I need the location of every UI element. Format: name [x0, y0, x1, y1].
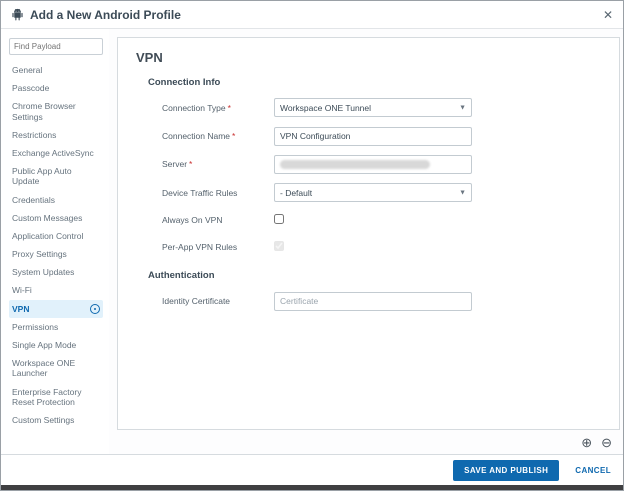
required-asterisk: *: [232, 131, 235, 141]
sidebar-item-label: Wi-Fi: [12, 285, 100, 295]
sidebar-item-label: Permissions: [12, 322, 100, 332]
sidebar-item-label: Credentials: [12, 195, 100, 205]
sidebar-item-vpn[interactable]: VPN: [9, 300, 103, 318]
sidebar-item-permissions[interactable]: Permissions: [9, 318, 103, 336]
sidebar-item-label: Single App Mode: [12, 340, 100, 350]
find-payload-input[interactable]: [9, 38, 103, 55]
device-traffic-rules-select[interactable]: - Default ▼: [274, 183, 472, 202]
chevron-down-icon: ▼: [459, 189, 466, 196]
sidebar-nav: General Passcode Chrome Browser Settings Re…: [9, 61, 103, 429]
sidebar-item-restrictions[interactable]: Restrictions: [9, 126, 103, 144]
sidebar-item-label: Proxy Settings: [12, 249, 100, 259]
sidebar-item-single-app-mode[interactable]: Single App Mode: [9, 336, 103, 354]
zoom-out-icon[interactable]: ⊖: [601, 436, 612, 449]
sidebar-item-workspace-one-launcher[interactable]: Workspace ONE Launcher: [9, 354, 103, 382]
sidebar-item-proxy-settings[interactable]: Proxy Settings: [9, 245, 103, 263]
vpn-payload-card: VPN Connection Info Connection Type* Wor…: [117, 37, 620, 430]
sidebar-item-label: Enterprise Factory Reset Protection: [12, 387, 100, 407]
server-label: Server*: [162, 159, 274, 169]
payload-title: VPN: [136, 50, 601, 65]
sidebar-item-passcode[interactable]: Passcode: [9, 79, 103, 97]
connection-type-label: Connection Type*: [162, 103, 274, 113]
sidebar-item-label: Public App Auto Update: [12, 166, 100, 186]
connection-name-input[interactable]: [274, 127, 472, 146]
connection-type-select[interactable]: Workspace ONE Tunnel ▼: [274, 98, 472, 117]
save-and-publish-button[interactable]: SAVE AND PUBLISH: [453, 460, 559, 481]
sidebar-item-custom-settings[interactable]: Custom Settings: [9, 411, 103, 429]
sidebar-item-label: Exchange ActiveSync: [12, 148, 100, 158]
sidebar-item-label: Custom Messages: [12, 213, 100, 223]
zoom-controls: ⊕ ⊖: [117, 430, 620, 454]
sidebar-item-application-control[interactable]: Application Control: [9, 227, 103, 245]
device-traffic-rules-label: Device Traffic Rules: [162, 188, 274, 198]
connection-type-row: Connection Type* Workspace ONE Tunnel ▼: [162, 98, 601, 117]
sidebar-item-general[interactable]: General: [9, 61, 103, 79]
sidebar-item-credentials[interactable]: Credentials: [9, 191, 103, 209]
section-connection-info: Connection Info: [148, 77, 601, 88]
server-row: Server*: [162, 155, 601, 175]
configured-badge-icon: [90, 304, 100, 314]
zoom-in-icon[interactable]: ⊕: [581, 436, 592, 449]
sidebar-item-custom-messages[interactable]: Custom Messages: [9, 209, 103, 227]
sidebar-item-wi-fi[interactable]: Wi-Fi: [9, 281, 103, 299]
device-traffic-rules-row: Device Traffic Rules - Default ▼: [162, 183, 601, 202]
sidebar-item-label: Passcode: [12, 83, 100, 93]
sidebar-item-label: VPN: [12, 304, 87, 314]
required-asterisk: *: [228, 103, 231, 113]
always-on-vpn-checkbox[interactable]: [274, 214, 284, 224]
sidebar-item-label: Workspace ONE Launcher: [12, 358, 100, 378]
payload-sidebar: General Passcode Chrome Browser Settings Re…: [1, 29, 109, 454]
per-app-vpn-label: Per-App VPN Rules: [162, 242, 274, 252]
sidebar-item-chrome-browser-settings[interactable]: Chrome Browser Settings: [9, 97, 103, 125]
sidebar-item-exchange-activesync[interactable]: Exchange ActiveSync: [9, 144, 103, 162]
android-icon: [11, 8, 24, 21]
per-app-vpn-checkbox[interactable]: [274, 241, 284, 251]
sidebar-item-public-app-auto-update[interactable]: Public App Auto Update: [9, 162, 103, 190]
identity-certificate-row: Identity Certificate: [162, 291, 601, 311]
window-bottom-edge: [1, 485, 623, 490]
chevron-down-icon: ▼: [459, 104, 466, 111]
connection-name-row: Connection Name*: [162, 126, 601, 146]
sidebar-item-system-updates[interactable]: System Updates: [9, 263, 103, 281]
close-icon[interactable]: ✕: [603, 9, 613, 21]
per-app-vpn-row: Per-App VPN Rules: [162, 238, 601, 256]
sidebar-item-label: Application Control: [12, 231, 100, 241]
required-asterisk: *: [189, 159, 192, 169]
sidebar-item-label: Custom Settings: [12, 415, 100, 425]
sidebar-item-label: General: [12, 65, 100, 75]
always-on-vpn-row: Always On VPN: [162, 211, 601, 229]
server-value-redacted: [280, 160, 430, 169]
sidebar-item-label: System Updates: [12, 267, 100, 277]
always-on-vpn-label: Always On VPN: [162, 215, 274, 225]
dialog-title: Add a New Android Profile: [30, 8, 181, 22]
identity-certificate-input[interactable]: [274, 292, 472, 311]
sidebar-item-label: Chrome Browser Settings: [12, 101, 100, 121]
dialog-header: Add a New Android Profile ✕: [1, 1, 623, 29]
sidebar-item-enterprise-factory-reset-protection[interactable]: Enterprise Factory Reset Protection: [9, 383, 103, 411]
section-authentication: Authentication: [148, 270, 601, 281]
main-panel: VPN Connection Info Connection Type* Wor…: [109, 29, 623, 454]
dialog-body: General Passcode Chrome Browser Settings Re…: [1, 29, 623, 454]
cancel-button[interactable]: CANCEL: [575, 466, 611, 475]
connection-name-label: Connection Name*: [162, 131, 274, 141]
dialog-footer: SAVE AND PUBLISH CANCEL: [1, 454, 623, 485]
add-android-profile-dialog: Add a New Android Profile ✕ General Passc…: [0, 0, 624, 491]
sidebar-item-label: Restrictions: [12, 130, 100, 140]
identity-certificate-label: Identity Certificate: [162, 296, 274, 306]
